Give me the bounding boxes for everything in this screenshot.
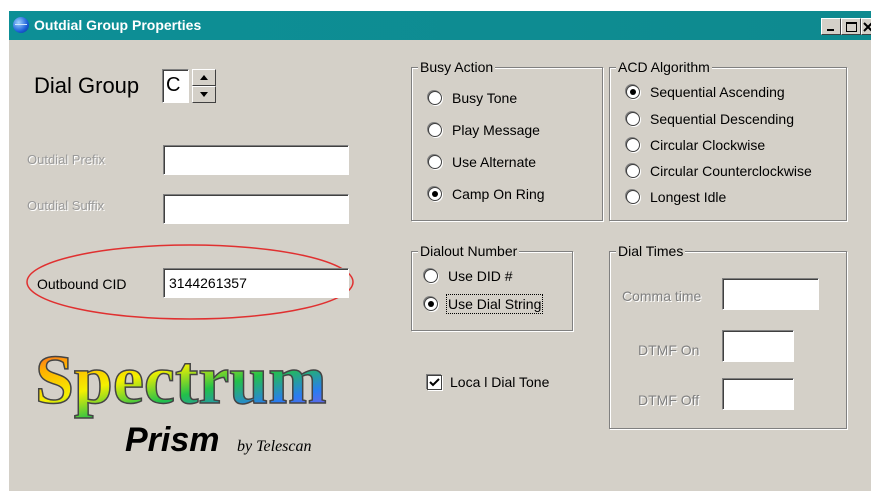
acd-algorithm-group: ACD Algorithm Sequential Ascending Seque… bbox=[609, 59, 847, 221]
arrow-up-icon bbox=[200, 75, 208, 80]
dial-group-spinner[interactable] bbox=[190, 69, 218, 103]
use-did-radio[interactable] bbox=[424, 269, 438, 283]
spin-up-button[interactable] bbox=[192, 69, 216, 86]
dialout-number-group: Dialout Number Use DID # Use Dial String bbox=[411, 243, 573, 331]
sequential-descending-radio[interactable] bbox=[626, 112, 640, 126]
busy-action-legend: Busy Action bbox=[418, 59, 496, 75]
title-bar[interactable]: Outdial Group Properties bbox=[9, 11, 871, 40]
circular-clockwise-option[interactable]: Circular Clockwise bbox=[626, 135, 765, 155]
sequential-descending-option[interactable]: Sequential Descending bbox=[626, 109, 794, 129]
window-title: Outdial Group Properties bbox=[34, 17, 202, 33]
dtmf-on-label: DTMF On bbox=[638, 342, 700, 358]
outdial-prefix-input[interactable] bbox=[163, 145, 349, 175]
maximize-icon bbox=[846, 22, 857, 32]
dial-group-value: C bbox=[166, 74, 181, 96]
use-dial-string-radio[interactable] bbox=[424, 297, 438, 311]
dial-group-label: Dial Group bbox=[34, 73, 140, 98]
spin-down-button[interactable] bbox=[192, 86, 216, 103]
dtmf-on-input[interactable] bbox=[722, 330, 794, 362]
close-button[interactable] bbox=[861, 18, 871, 35]
busy-tone-radio[interactable] bbox=[428, 91, 442, 105]
sequential-descending-label: Sequential Descending bbox=[650, 111, 794, 127]
use-dial-string-option[interactable]: Use Dial String bbox=[424, 294, 544, 314]
busy-tone-option[interactable]: Busy Tone bbox=[428, 88, 517, 108]
busy-tone-label: Busy Tone bbox=[452, 90, 518, 106]
dtmf-off-label: DTMF Off bbox=[638, 392, 700, 408]
sequential-ascending-label: Sequential Ascending bbox=[650, 84, 785, 100]
close-icon bbox=[863, 22, 871, 32]
outdial-suffix-label: Outdial Suffix bbox=[27, 198, 105, 213]
minimize-button[interactable] bbox=[821, 18, 841, 35]
outdial-prefix-label: Outdial Prefix bbox=[27, 152, 106, 167]
use-did-label: Use DID # bbox=[448, 268, 513, 284]
camp-on-ring-label: Camp On Ring bbox=[452, 186, 545, 202]
globe-icon bbox=[13, 17, 29, 33]
acd-algorithm-legend: ACD Algorithm bbox=[616, 59, 712, 75]
busy-action-group: Busy Action Busy Tone Play Message Use A… bbox=[411, 59, 603, 221]
circular-clockwise-radio[interactable] bbox=[626, 138, 640, 152]
dialout-number-legend: Dialout Number bbox=[418, 243, 520, 259]
outbound-cid-value: 3144261357 bbox=[169, 275, 247, 291]
sequential-ascending-radio[interactable] bbox=[626, 85, 640, 99]
use-alternate-option[interactable]: Use Alternate bbox=[428, 152, 536, 172]
dialog-window: Outdial Group Properties Dial Group C Ou… bbox=[8, 10, 871, 491]
play-message-option[interactable]: Play Message bbox=[428, 120, 540, 140]
use-alternate-label: Use Alternate bbox=[452, 154, 537, 170]
sequential-ascending-option[interactable]: Sequential Ascending bbox=[626, 82, 785, 102]
logo-spectrum-text: Spectrum bbox=[35, 342, 327, 419]
dial-times-legend: Dial Times bbox=[616, 243, 686, 259]
comma-time-input[interactable] bbox=[722, 278, 819, 310]
circular-counterclockwise-option[interactable]: Circular Counterclockwise bbox=[626, 161, 812, 181]
outbound-cid-label: Outbound CID bbox=[37, 276, 127, 292]
outbound-cid-input[interactable]: 3144261357 bbox=[163, 268, 349, 298]
use-did-option[interactable]: Use DID # bbox=[424, 266, 513, 286]
minimize-icon bbox=[827, 29, 834, 31]
circular-counterclockwise-label: Circular Counterclockwise bbox=[650, 163, 812, 179]
camp-on-ring-radio[interactable] bbox=[428, 187, 442, 201]
arrow-down-icon bbox=[200, 92, 208, 97]
play-message-radio[interactable] bbox=[428, 123, 442, 137]
circular-counterclockwise-radio[interactable] bbox=[626, 164, 640, 178]
outdial-suffix-input[interactable] bbox=[163, 194, 349, 224]
longest-idle-radio[interactable] bbox=[626, 190, 640, 204]
dial-times-group: Dial Times Comma time DTMF On DTMF Off bbox=[609, 243, 847, 429]
circular-clockwise-label: Circular Clockwise bbox=[650, 137, 766, 153]
longest-idle-option[interactable]: Longest Idle bbox=[626, 187, 726, 207]
comma-time-label: Comma time bbox=[622, 288, 702, 304]
check-icon bbox=[429, 378, 440, 387]
spectrum-prism-logo: Spectrum Prism by Telescan bbox=[34, 341, 327, 459]
longest-idle-label: Longest Idle bbox=[650, 189, 727, 205]
dial-group-input[interactable]: C bbox=[162, 69, 189, 103]
logo-by-text: by Telescan bbox=[237, 438, 312, 455]
use-alternate-radio[interactable] bbox=[428, 155, 442, 169]
local-dial-tone-checkbox[interactable] bbox=[427, 375, 442, 390]
maximize-button[interactable] bbox=[841, 18, 861, 35]
play-message-label: Play Message bbox=[452, 122, 540, 138]
logo-prism-text: Prism bbox=[125, 421, 220, 459]
use-dial-string-label: Use Dial String bbox=[445, 294, 544, 314]
local-dial-tone-label: Loca l Dial Tone bbox=[450, 374, 550, 390]
dtmf-off-input[interactable] bbox=[722, 378, 794, 410]
camp-on-ring-option[interactable]: Camp On Ring bbox=[428, 184, 545, 204]
